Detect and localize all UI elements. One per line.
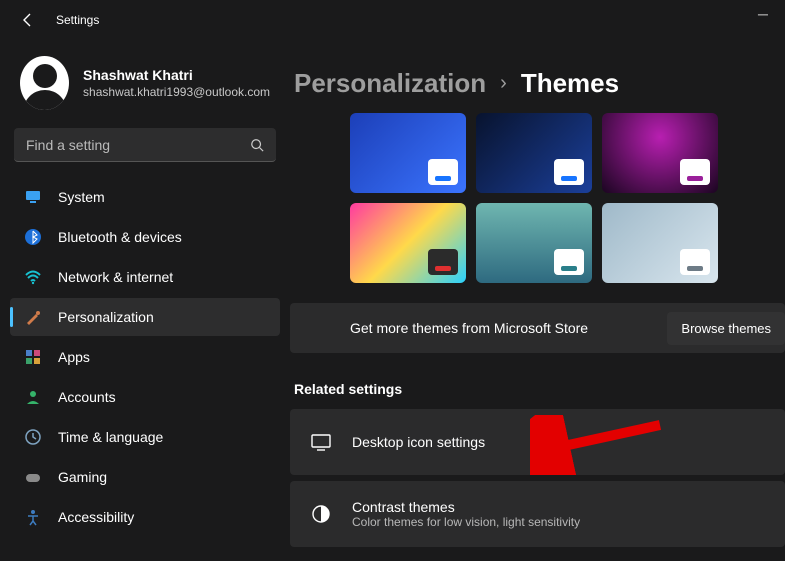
sidebar-item-accessibility[interactable]: Accessibility	[10, 498, 280, 536]
sidebar-item-network[interactable]: Network & internet	[10, 258, 280, 296]
store-text: Get more themes from Microsoft Store	[350, 320, 588, 336]
avatar	[20, 56, 69, 110]
breadcrumb-current: Themes	[521, 68, 619, 99]
theme-tile[interactable]	[602, 113, 718, 193]
search-placeholder: Find a setting	[26, 137, 250, 153]
sidebar-item-apps[interactable]: Apps	[10, 338, 280, 376]
sidebar: Shashwat Khatri shashwat.khatri1993@outl…	[0, 40, 290, 561]
sidebar-item-gaming[interactable]: Gaming	[10, 458, 280, 496]
theme-tile[interactable]	[602, 203, 718, 283]
titlebar: Settings ─	[0, 0, 785, 40]
monitor-icon	[24, 188, 42, 206]
sidebar-item-label: Accessibility	[58, 509, 134, 525]
theme-tile[interactable]	[476, 113, 592, 193]
sidebar-item-label: Accounts	[58, 389, 116, 405]
sidebar-item-label: Bluetooth & devices	[58, 229, 182, 245]
wifi-icon	[24, 268, 42, 286]
theme-tile[interactable]	[476, 203, 592, 283]
sidebar-item-bluetooth[interactable]: Bluetooth & devices	[10, 218, 280, 256]
contrast-icon	[310, 503, 332, 525]
bluetooth-icon	[24, 228, 42, 246]
breadcrumb-parent[interactable]: Personalization	[294, 68, 486, 99]
sidebar-item-accounts[interactable]: Accounts	[10, 378, 280, 416]
profile-email: shashwat.khatri1993@outlook.com	[83, 85, 270, 99]
back-button[interactable]	[16, 8, 40, 32]
sidebar-item-personalization[interactable]: Personalization	[10, 298, 280, 336]
gaming-icon	[24, 468, 42, 486]
sidebar-item-label: Apps	[58, 349, 90, 365]
sidebar-item-label: Time & language	[58, 429, 163, 445]
profile-name: Shashwat Khatri	[83, 67, 270, 83]
sidebar-item-time[interactable]: Time & language	[10, 418, 280, 456]
profile-block[interactable]: Shashwat Khatri shashwat.khatri1993@outl…	[10, 52, 280, 128]
store-row: Get more themes from Microsoft Store Bro…	[290, 303, 785, 353]
theme-tile[interactable]	[350, 113, 466, 193]
window-title: Settings	[56, 13, 99, 27]
sidebar-item-label: System	[58, 189, 105, 205]
sidebar-item-system[interactable]: System	[10, 178, 280, 216]
search-icon	[250, 138, 264, 152]
apps-icon	[24, 348, 42, 366]
settings-card-desktop[interactable]: Desktop icon settings	[290, 409, 785, 475]
settings-card-contrast[interactable]: Contrast themesColor themes for low visi…	[290, 481, 785, 547]
chevron-right-icon: ›	[500, 72, 507, 95]
person-icon	[24, 388, 42, 406]
sidebar-item-label: Personalization	[58, 309, 154, 325]
themes-grid	[290, 113, 780, 283]
sidebar-item-label: Network & internet	[58, 269, 173, 285]
sidebar-item-label: Gaming	[58, 469, 107, 485]
brush-icon	[24, 308, 42, 326]
search-input[interactable]: Find a setting	[14, 128, 276, 162]
desktop-icon	[310, 431, 332, 453]
browse-themes-button[interactable]: Browse themes	[667, 312, 785, 345]
related-settings-heading: Related settings	[294, 381, 785, 397]
minimize-button[interactable]: ─	[757, 8, 769, 20]
breadcrumb: Personalization › Themes	[290, 68, 785, 99]
nav: System Bluetooth & devices Network & inter…	[10, 178, 280, 536]
theme-tile[interactable]	[350, 203, 466, 283]
clock-icon	[24, 428, 42, 446]
main-content: Personalization › Themes Get more themes…	[290, 40, 785, 561]
accessibility-icon	[24, 508, 42, 526]
